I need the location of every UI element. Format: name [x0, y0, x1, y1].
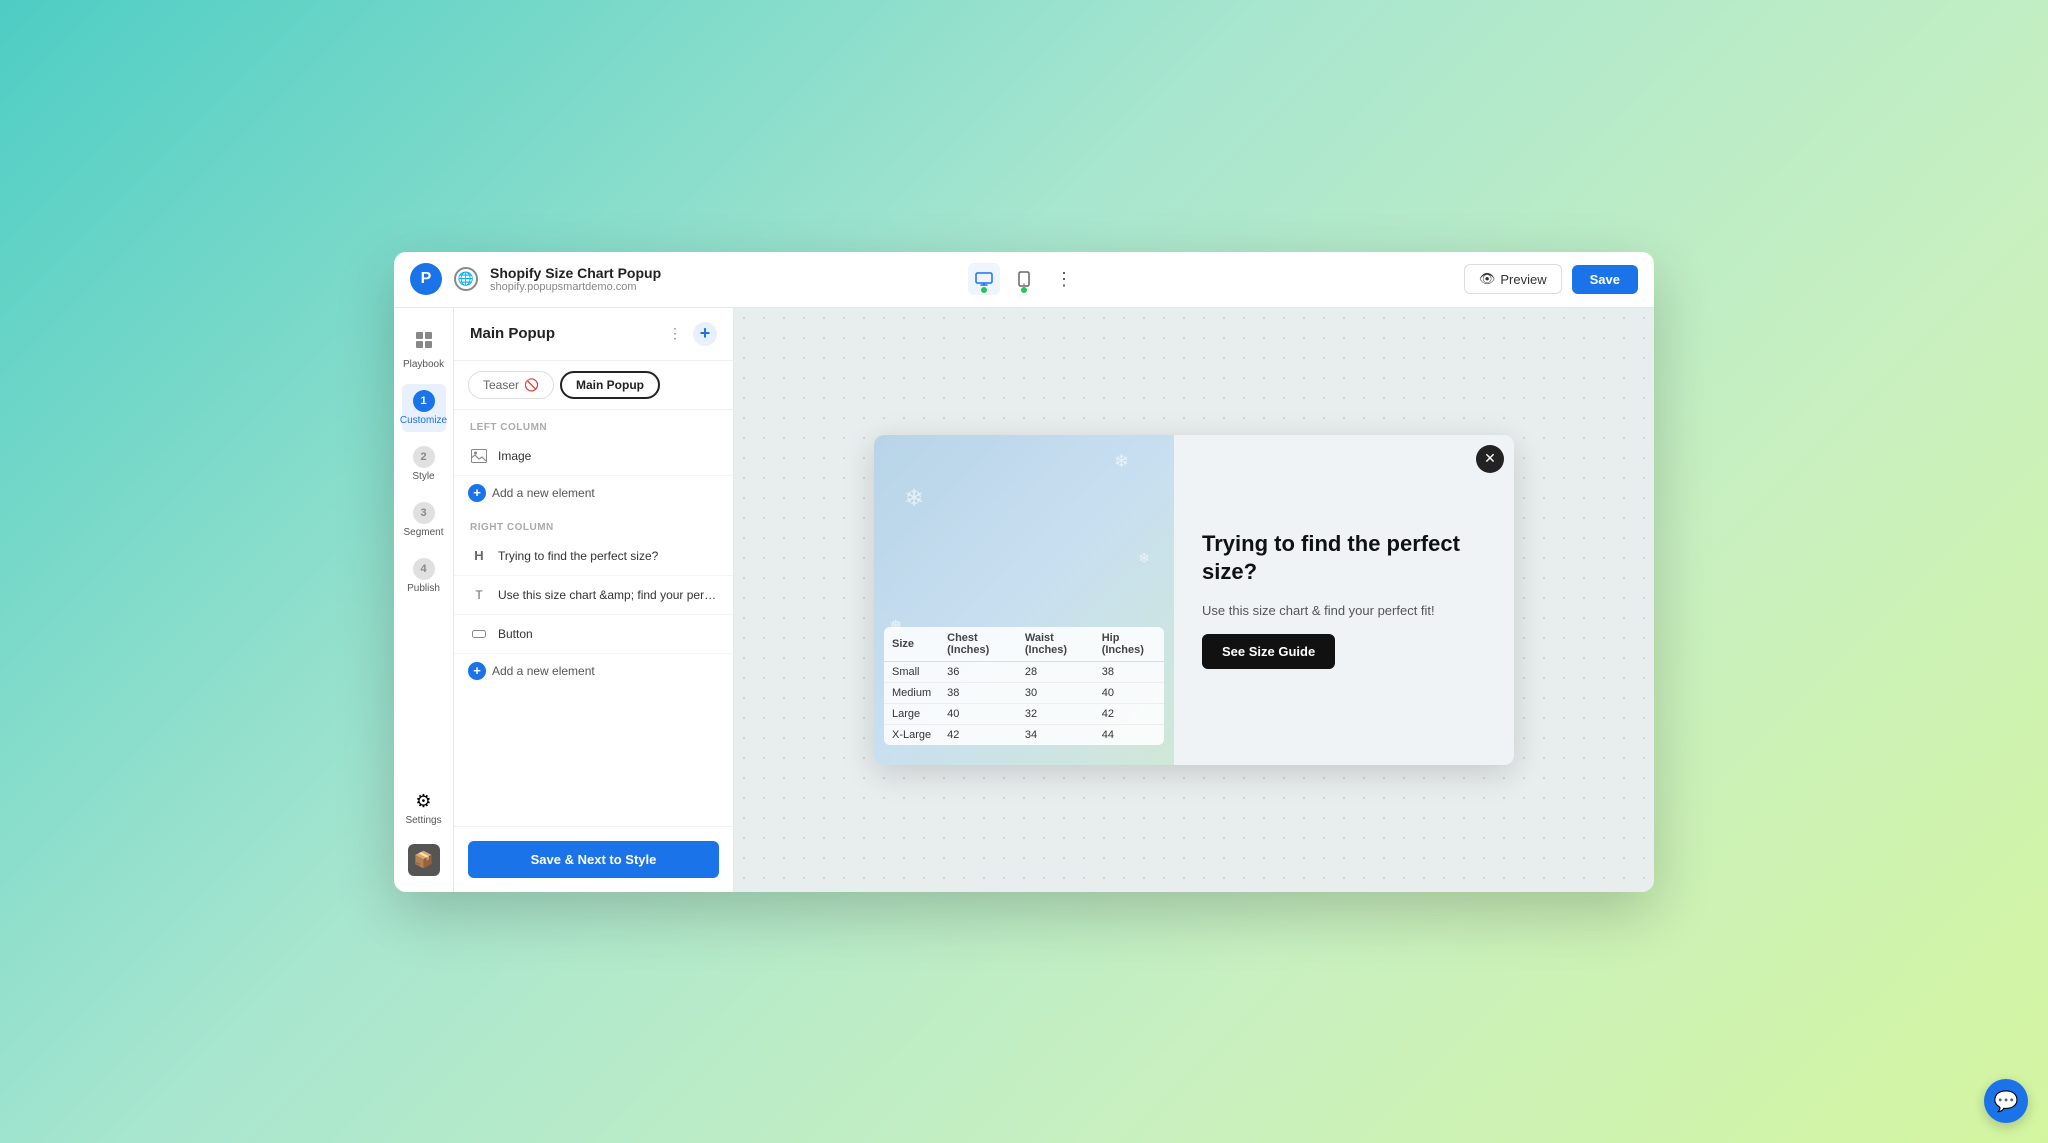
popup-right-panel: Trying to find the perfect size? Use thi…	[1174, 435, 1514, 765]
customize-step: 1	[413, 390, 435, 412]
chat-icon: 💬	[1994, 1089, 2019, 1114]
eye-icon: 👁	[1479, 271, 1496, 287]
popup-subtext: Use this size chart & find your perfect …	[1202, 601, 1486, 621]
panel-content: LEFT COLUMN Image + Add a new element	[454, 410, 733, 826]
nav-item-customize[interactable]: 1 Customize	[402, 384, 446, 432]
more-panel-btn[interactable]: ⋮	[663, 322, 687, 346]
panel-header-actions: ⋮ +	[663, 322, 717, 346]
right-column-label: RIGHT COLUMN	[454, 510, 733, 537]
nav-item-playbook[interactable]: Playbook	[402, 324, 446, 376]
popup-preview: ✕ ❄ ❄ ❄ ❅ ❄ Size Chest (Inche	[874, 435, 1514, 765]
app-logo: P	[410, 263, 442, 295]
nav-item-publish[interactable]: 4 Publish	[402, 552, 446, 600]
customize-label: Customize	[400, 415, 447, 426]
table-row: Medium383040	[884, 682, 1164, 703]
size-table: Size Chest (Inches) Waist (Inches) Hip (…	[884, 627, 1164, 745]
col-hip: Hip (Inches)	[1094, 627, 1164, 662]
panel-footer: Save & Next to Style	[454, 826, 733, 892]
snowflake-1: ❄	[904, 484, 924, 513]
tab-teaser[interactable]: Teaser 🚫	[468, 371, 554, 399]
desktop-status-dot	[981, 287, 987, 293]
popup-cta-button[interactable]: See Size Guide	[1202, 634, 1335, 669]
panel: Main Popup ⋮ + Teaser 🚫 Main Popup	[454, 308, 734, 892]
add-right-element[interactable]: + Add a new element	[454, 654, 733, 688]
chat-bubble-button[interactable]: 💬	[1984, 1079, 2028, 1123]
tabs-row: Teaser 🚫 Main Popup	[454, 361, 733, 410]
heading-icon: H	[468, 545, 490, 567]
heading-element-label: Trying to find the perfect size?	[498, 549, 719, 563]
more-options-btn[interactable]: ⋮	[1048, 263, 1080, 295]
preview-area: ✕ ❄ ❄ ❄ ❅ ❄ Size Chest (Inche	[734, 308, 1654, 892]
mobile-status-dot	[1021, 287, 1027, 293]
settings-label: Settings	[405, 815, 441, 826]
nav-item-settings[interactable]: ⚙ Settings	[402, 785, 446, 832]
save-next-button[interactable]: Save & Next to Style	[468, 841, 719, 878]
table-row: Large403242	[884, 703, 1164, 724]
nav-item-segment[interactable]: 3 Segment	[402, 496, 446, 544]
app-window: P 🌐 Shopify Size Chart Popup shopify.pop…	[394, 252, 1654, 892]
nav-item-style[interactable]: 2 Style	[402, 440, 446, 488]
icon-nav: Playbook 1 Customize 2 Style 3 Segment 4…	[394, 308, 454, 892]
preview-button[interactable]: 👁 Preview	[1464, 264, 1562, 294]
panel-header: Main Popup ⋮ +	[454, 308, 733, 361]
playbook-icon	[414, 330, 434, 356]
main-layout: Playbook 1 Customize 2 Style 3 Segment 4…	[394, 308, 1654, 892]
add-left-icon: +	[468, 484, 486, 502]
globe-icon: 🌐	[454, 267, 478, 291]
nav-storage-btn[interactable]: 📦	[408, 844, 440, 876]
tab-main-popup[interactable]: Main Popup	[560, 371, 660, 399]
col-chest: Chest (Inches)	[939, 627, 1017, 662]
image-element-label: Image	[498, 449, 719, 463]
segment-step: 3	[413, 502, 435, 524]
gear-icon: ⚙	[415, 791, 431, 812]
text-icon: T	[468, 584, 490, 606]
element-text[interactable]: T Use this size chart &amp; find your pe…	[454, 576, 733, 615]
add-left-label: Add a new element	[492, 486, 595, 500]
left-column-label: LEFT COLUMN	[454, 410, 733, 437]
table-row: X-Large423444	[884, 724, 1164, 745]
col-waist: Waist (Inches)	[1017, 627, 1094, 662]
add-panel-btn[interactable]: +	[693, 322, 717, 346]
hide-icon: 🚫	[524, 378, 539, 392]
text-element-label: Use this size chart &amp; find your perf…	[498, 588, 719, 602]
panel-title: Main Popup	[470, 325, 555, 342]
snowflake-3: ❄	[1138, 550, 1150, 567]
topbar-actions: 👁 Preview Save	[1464, 264, 1638, 294]
add-right-icon: +	[468, 662, 486, 680]
box-icon: 📦	[414, 850, 434, 870]
icon-nav-bottom: ⚙ Settings 📦	[402, 785, 446, 876]
element-heading[interactable]: H Trying to find the perfect size?	[454, 537, 733, 576]
add-left-element[interactable]: + Add a new element	[454, 476, 733, 510]
popup-left-panel: ❄ ❄ ❄ ❅ ❄ Size Chest (Inches) Waist (Inc…	[874, 435, 1174, 765]
button-element-label: Button	[498, 627, 719, 641]
desktop-device-btn[interactable]	[968, 263, 1000, 295]
style-label: Style	[412, 471, 434, 482]
element-button[interactable]: Button	[454, 615, 733, 654]
image-icon	[468, 445, 490, 467]
table-row: Small362838	[884, 661, 1164, 682]
save-button[interactable]: Save	[1572, 265, 1638, 294]
popup-close-button[interactable]: ✕	[1476, 445, 1504, 473]
button-icon	[468, 623, 490, 645]
element-image[interactable]: Image	[454, 437, 733, 476]
playbook-label: Playbook	[403, 359, 444, 370]
style-step: 2	[413, 446, 435, 468]
size-table-wrapper: Size Chest (Inches) Waist (Inches) Hip (…	[884, 627, 1164, 745]
mobile-device-btn[interactable]	[1008, 263, 1040, 295]
snowflake-2: ❄	[1114, 451, 1129, 472]
publish-step: 4	[413, 558, 435, 580]
popup-heading: Trying to find the perfect size?	[1202, 530, 1486, 587]
col-size: Size	[884, 627, 939, 662]
segment-label: Segment	[403, 527, 443, 538]
publish-label: Publish	[407, 583, 440, 594]
add-right-label: Add a new element	[492, 664, 595, 678]
topbar: P 🌐 Shopify Size Chart Popup shopify.pop…	[394, 252, 1654, 308]
device-switcher: ⋮	[968, 263, 1080, 295]
